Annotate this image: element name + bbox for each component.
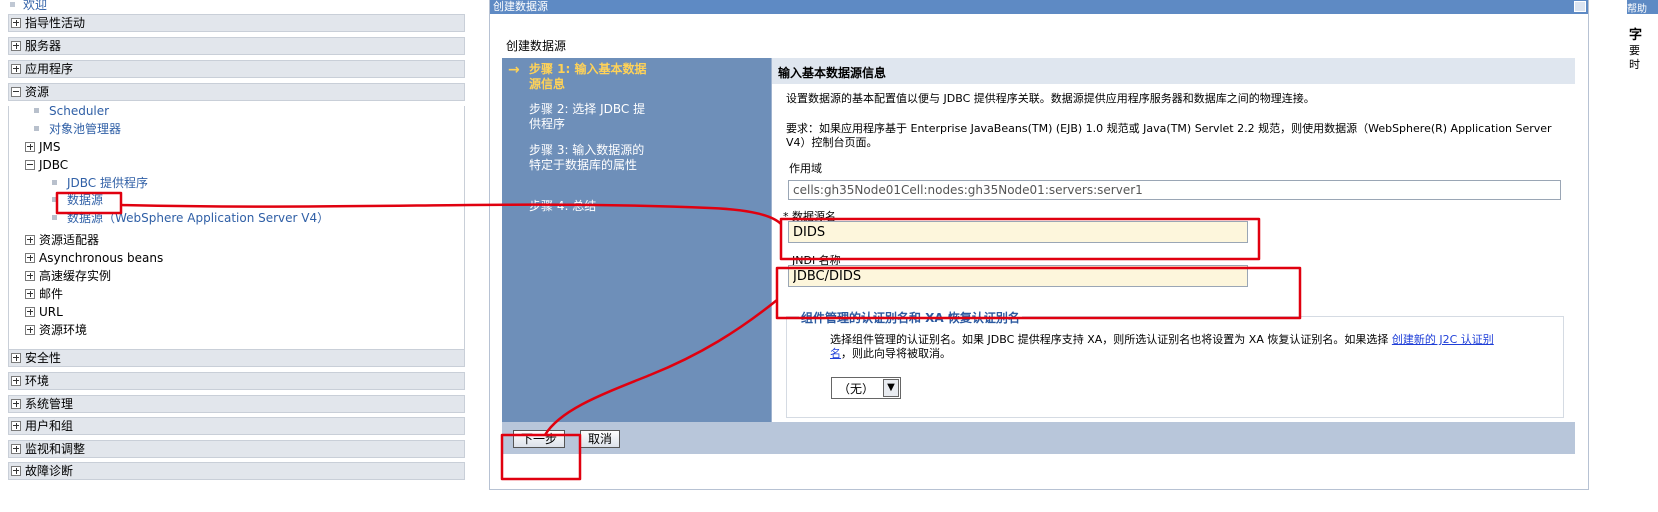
help-text: 要时 xyxy=(1629,44,1640,71)
nav-item-datasource[interactable]: 数据源 xyxy=(52,193,103,208)
next-button[interactable]: 下一步 xyxy=(513,430,566,448)
scope-label: 作用域 xyxy=(789,162,822,175)
help-panel: 帮助 字 要时 xyxy=(1627,0,1658,80)
content-title: 输入基本数据源信息 xyxy=(772,58,1575,84)
expand-icon[interactable] xyxy=(11,375,21,386)
bullet-icon xyxy=(34,126,39,131)
nav-item-async-beans[interactable]: Asynchronous beans xyxy=(25,251,163,266)
collapse-icon[interactable] xyxy=(11,86,21,97)
expand-icon[interactable] xyxy=(11,443,21,454)
expand-icon[interactable] xyxy=(25,288,35,299)
nav-item-jdbc[interactable]: JDBC xyxy=(25,158,68,173)
breadcrumb: 创建数据源 xyxy=(506,39,567,53)
wizard-body: → 步骤 1: 输入基本数据源信息 步骤 2: 选择 JDBC 提供程序 步骤 … xyxy=(502,58,1575,444)
expand-icon[interactable] xyxy=(25,141,35,152)
nav-category-servers[interactable]: 服务器 xyxy=(8,37,465,55)
expand-icon[interactable] xyxy=(11,17,21,28)
bullet-icon xyxy=(52,215,57,220)
minimize-icon[interactable] xyxy=(1574,1,1586,12)
help-titlebar: 帮助 xyxy=(1627,0,1658,14)
nav-category-guided-activities[interactable]: 指导性活动 xyxy=(8,14,465,32)
wizard-step-4[interactable]: 步骤 4: 总结 xyxy=(529,199,649,214)
wizard-steps: → 步骤 1: 输入基本数据源信息 步骤 2: 选择 JDBC 提供程序 步骤 … xyxy=(502,58,771,444)
nav-item-scheduler[interactable]: Scheduler xyxy=(34,104,109,119)
expand-icon[interactable] xyxy=(11,398,21,409)
nav-category-system-admin[interactable]: 系统管理 xyxy=(8,395,465,413)
bullet-icon xyxy=(52,197,57,202)
auth-alias-select[interactable]: （无） ▼ xyxy=(831,377,901,399)
nav-item-resource-adapters[interactable]: 资源适配器 xyxy=(25,233,99,248)
expand-icon[interactable] xyxy=(11,40,21,51)
expand-icon[interactable] xyxy=(25,252,35,263)
bullet-icon xyxy=(10,2,15,7)
nav-category-security[interactable]: 安全性 xyxy=(8,349,465,367)
description-text: 设置数据源的基本配置值以便与 JDBC 提供程序关联。数据源提供应用程序服务器和… xyxy=(786,92,1315,105)
nav-item-object-pool[interactable]: 对象池管理器 xyxy=(34,122,121,137)
nav-category-monitoring[interactable]: 监视和调整 xyxy=(8,440,465,458)
help-heading: 字 xyxy=(1629,28,1643,43)
auth-alias-legend: 组件管理的认证别名和 XA 恢复认证别名 xyxy=(799,309,1022,326)
wizard-step-2[interactable]: 步骤 2: 选择 JDBC 提供程序 xyxy=(529,102,649,132)
collapse-icon[interactable] xyxy=(25,159,35,170)
nav-item-jms[interactable]: JMS xyxy=(25,140,61,155)
nav-item-datasource-v4[interactable]: 数据源（WebSphere Application Server V4） xyxy=(52,211,329,226)
nav-item-resource-env[interactable]: 资源环境 xyxy=(25,323,87,338)
bullet-icon xyxy=(52,180,57,185)
wizard-step-3[interactable]: 步骤 3: 输入数据源的特定于数据库的属性 xyxy=(529,143,649,173)
resources-subtree xyxy=(8,106,465,358)
expand-icon[interactable] xyxy=(11,352,21,363)
panel-titlebar: 创建数据源 xyxy=(490,0,1588,14)
auth-alias-fieldset: 组件管理的认证别名和 XA 恢复认证别名 选择组件管理的认证别名。如果 JDBC… xyxy=(786,309,1564,418)
nav-category-users-groups[interactable]: 用户和组 xyxy=(8,417,465,435)
dropdown-arrow-icon[interactable]: ▼ xyxy=(883,379,899,397)
nav-item-url[interactable]: URL xyxy=(25,305,63,320)
expand-icon[interactable] xyxy=(25,234,35,245)
navigation-tree: 欢迎 指导性活动 服务器 应用程序 资源 Scheduler 对象池管理器 JM… xyxy=(0,0,466,512)
expand-icon[interactable] xyxy=(25,306,35,317)
current-step-arrow-icon: → xyxy=(508,62,520,78)
wizard-panel: 创建数据源 创建数据源 → 步骤 1: 输入基本数据源信息 步骤 2: 选择 J… xyxy=(489,0,1589,490)
bullet-icon xyxy=(34,108,39,113)
datasource-name-input[interactable] xyxy=(788,221,1248,243)
wizard-step-1[interactable]: 步骤 1: 输入基本数据源信息 xyxy=(529,62,649,92)
wizard-content: 输入基本数据源信息 设置数据源的基本配置值以便与 JDBC 提供程序关联。数据源… xyxy=(771,58,1575,444)
expand-icon[interactable] xyxy=(25,270,35,281)
scope-field: cells:gh35Node01Cell:nodes:gh35Node01:se… xyxy=(788,180,1561,200)
expand-icon[interactable] xyxy=(11,465,21,476)
nav-category-resources[interactable]: 资源 xyxy=(8,83,465,101)
requirement-text: 要求：如果应用程序基于 Enterprise JavaBeans(TM) (EJ… xyxy=(786,122,1552,149)
nav-category-environment[interactable]: 环境 xyxy=(8,372,465,390)
auth-alias-description: 选择组件管理的认证别名。如果 JDBC 提供程序支持 XA，则所选认证别名也将设… xyxy=(830,333,1494,360)
nav-category-troubleshooting[interactable]: 故障诊断 xyxy=(8,462,465,480)
button-bar: 下一步 取消 xyxy=(502,422,1575,454)
nav-category-applications[interactable]: 应用程序 xyxy=(8,60,465,78)
jndi-name-input[interactable] xyxy=(788,265,1248,287)
nav-item-welcome[interactable]: 欢迎 xyxy=(10,0,47,13)
expand-icon[interactable] xyxy=(11,63,21,74)
nav-item-jdbc-provider[interactable]: JDBC 提供程序 xyxy=(52,176,148,191)
expand-icon[interactable] xyxy=(25,324,35,335)
expand-icon[interactable] xyxy=(11,420,21,431)
nav-item-cache-instances[interactable]: 高速缓存实例 xyxy=(25,269,111,284)
cancel-button[interactable]: 取消 xyxy=(580,430,621,448)
nav-item-mail[interactable]: 邮件 xyxy=(25,287,63,302)
